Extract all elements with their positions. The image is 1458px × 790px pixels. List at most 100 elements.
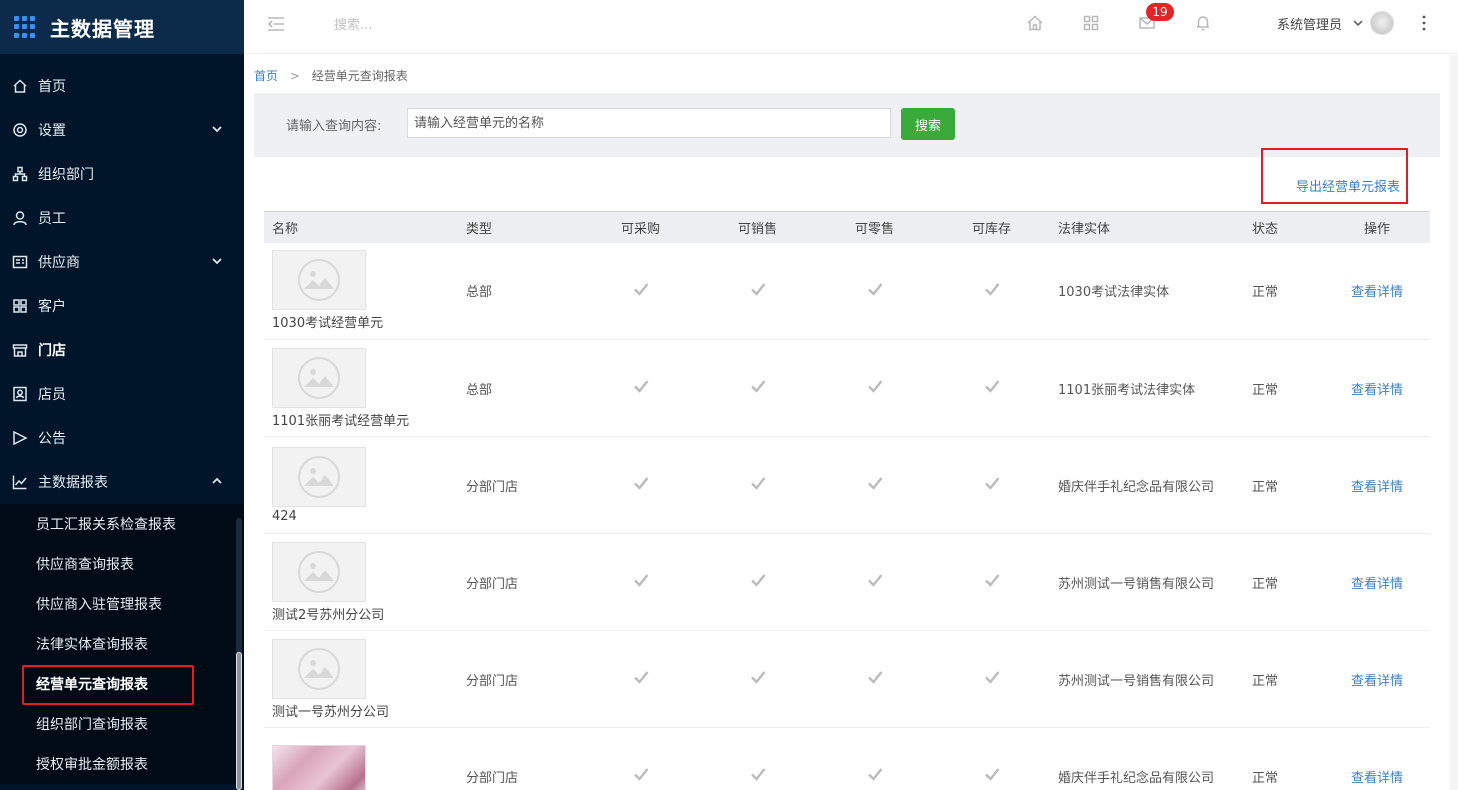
view-detail-link[interactable]: 查看详情 xyxy=(1351,285,1403,300)
home-icon[interactable] xyxy=(1026,14,1044,32)
table-row: 424 分部门店 婚庆伴手礼纪念品有限公司 正常 查看详情 xyxy=(264,437,1430,534)
check-icon xyxy=(933,534,1050,631)
submenu-item-employee-report[interactable]: 员工汇报关系检查报表 xyxy=(0,504,244,544)
name-cell: 1030考试经营单元 xyxy=(264,243,458,340)
type-cell: 总部 xyxy=(466,382,493,398)
check-icon xyxy=(699,437,816,534)
search-button[interactable]: 搜索 xyxy=(901,108,955,140)
status-cell: 正常 xyxy=(1252,770,1279,786)
submenu-item-org-query[interactable]: 组织部门查询报表 xyxy=(0,704,244,744)
check-icon xyxy=(699,534,816,631)
chevron-down-icon[interactable] xyxy=(1352,17,1364,29)
breadcrumb-current: 经营单元查询报表 xyxy=(311,69,408,83)
content-scrollbar[interactable] xyxy=(1450,55,1458,790)
org-icon xyxy=(12,166,28,182)
view-detail-link[interactable]: 查看详情 xyxy=(1351,577,1403,592)
avatar[interactable] xyxy=(1370,11,1394,35)
check-icon xyxy=(933,437,1050,534)
action-cell: 查看详情 xyxy=(1324,534,1430,631)
submenu-item-label: 法律实体查询报表 xyxy=(36,637,148,653)
chart-icon xyxy=(12,474,28,490)
view-detail-link[interactable]: 查看详情 xyxy=(1351,383,1403,398)
sidebar-item-org[interactable]: 组织部门 xyxy=(0,152,244,196)
table-header-row: 名称 类型 可采购 可销售 可零售 可库存 法律实体 状态 操作 xyxy=(264,211,1430,243)
supplier-icon xyxy=(12,254,28,270)
sidebar-item-home[interactable]: 首页 xyxy=(0,64,244,108)
column-header: 状态 xyxy=(1252,221,1279,237)
legal-entity-cell: 1030考试法律实体 xyxy=(1058,285,1170,301)
type-cell: 分部门店 xyxy=(466,576,519,592)
submenu-item-approval-amount[interactable]: 授权审批金额报表 xyxy=(0,744,244,784)
store-icon xyxy=(12,342,28,358)
column-header: 可采购 xyxy=(620,221,660,237)
main-content: 首页 > 经营单元查询报表 请输入查询内容: 搜索 导出经营单元报表 名称 类型… xyxy=(244,55,1458,790)
check-icon xyxy=(699,631,816,728)
sidebar-item-supplier[interactable]: 供应商 xyxy=(0,240,244,284)
clerk-icon xyxy=(12,386,28,402)
apps-grid-icon[interactable] xyxy=(1082,14,1100,32)
announcement-icon xyxy=(12,430,28,446)
submenu-item-label: 供应商查询报表 xyxy=(36,557,134,573)
submenu-item-business-unit[interactable]: 经营单元查询报表 xyxy=(0,664,244,705)
header-search-input[interactable] xyxy=(334,13,534,37)
submenu-item-supplier-query[interactable]: 供应商查询报表 xyxy=(0,544,244,584)
breadcrumb-home-link[interactable]: 首页 xyxy=(254,69,278,83)
check-icon xyxy=(816,437,933,534)
view-detail-link[interactable]: 查看详情 xyxy=(1351,480,1403,495)
table-row: 测试2号苏州分公司 分部门店 苏州测试一号销售有限公司 正常 查看详情 xyxy=(264,534,1430,631)
image-placeholder-icon xyxy=(272,638,366,699)
annotation-highlight-box xyxy=(22,665,194,705)
submenu-item-supplier-onboard[interactable]: 供应商入驻管理报表 xyxy=(0,584,244,624)
check-icon xyxy=(699,340,816,437)
sidebar-item-label: 主数据报表 xyxy=(38,475,108,491)
table-row: 测试一号苏州分公司 分部门店 苏州测试一号销售有限公司 正常 查看详情 xyxy=(264,631,1430,728)
action-cell: 查看详情 xyxy=(1324,243,1430,340)
table-row: 分部门店 婚庆伴手礼纪念品有限公司 正常 查看详情 xyxy=(264,728,1430,790)
unit-name: 1030考试经营单元 xyxy=(272,316,384,332)
sidebar-item-announcement[interactable]: 公告 xyxy=(0,416,244,460)
view-detail-link[interactable]: 查看详情 xyxy=(1351,674,1403,689)
view-detail-link[interactable]: 查看详情 xyxy=(1351,771,1403,786)
sidebar-item-settings[interactable]: 设置 xyxy=(0,108,244,152)
sidebar-item-label: 供应商 xyxy=(38,255,80,271)
status-cell: 正常 xyxy=(1252,479,1279,495)
breadcrumb-separator: > xyxy=(289,69,300,83)
legal-entity-cell: 婚庆伴手礼纪念品有限公司 xyxy=(1058,479,1215,495)
unit-name: 测试一号苏州分公司 xyxy=(272,704,390,720)
customer-icon xyxy=(12,298,28,314)
message-count-badge: 19 xyxy=(1146,3,1174,21)
submenu-item-label: 供应商入驻管理报表 xyxy=(36,597,162,613)
action-cell: 查看详情 xyxy=(1324,340,1430,437)
sidebar-item-label: 门店 xyxy=(38,343,66,359)
search-label: 请输入查询内容: xyxy=(286,119,382,134)
gear-icon xyxy=(12,122,28,138)
sidebar-item-label: 设置 xyxy=(38,123,66,139)
sidebar-item-reports[interactable]: 主数据报表 xyxy=(0,460,244,504)
type-cell: 总部 xyxy=(466,285,493,301)
sidebar-scrollbar-thumb[interactable] xyxy=(236,652,242,790)
submenu-item-legal-entity[interactable]: 法律实体查询报表 xyxy=(0,624,244,664)
user-name[interactable]: 系统管理员 xyxy=(1277,14,1342,33)
name-cell: 424 xyxy=(264,437,458,534)
business-unit-search-input[interactable] xyxy=(407,108,891,138)
sidebar-item-employee[interactable]: 员工 xyxy=(0,196,244,240)
sidebar-item-label: 公告 xyxy=(38,431,66,447)
chevron-down-icon xyxy=(210,254,224,268)
app-grid-icon[interactable] xyxy=(14,16,36,38)
sidebar-item-customer[interactable]: 客户 xyxy=(0,284,244,328)
sidebar-item-clerk[interactable]: 店员 xyxy=(0,372,244,416)
more-vertical-icon[interactable] xyxy=(1420,14,1428,32)
bell-icon[interactable] xyxy=(1194,14,1212,32)
sidebar-item-store[interactable]: 门店 xyxy=(0,328,244,372)
name-cell: 测试一号苏州分公司 xyxy=(264,631,458,728)
top-header: 19 系统管理员 xyxy=(244,0,1458,54)
export-report-link[interactable]: 导出经营单元报表 xyxy=(1296,176,1400,195)
legal-entity-cell: 婚庆伴手礼纪念品有限公司 xyxy=(1058,770,1215,786)
unit-name: 测试2号苏州分公司 xyxy=(272,607,385,623)
check-icon xyxy=(582,728,699,790)
sidebar-scrollbar[interactable] xyxy=(236,518,242,790)
submenu-item-label: 组织部门查询报表 xyxy=(36,717,148,733)
check-icon xyxy=(582,340,699,437)
name-cell: 测试2号苏州分公司 xyxy=(264,534,458,631)
menu-fold-icon[interactable] xyxy=(266,14,286,34)
